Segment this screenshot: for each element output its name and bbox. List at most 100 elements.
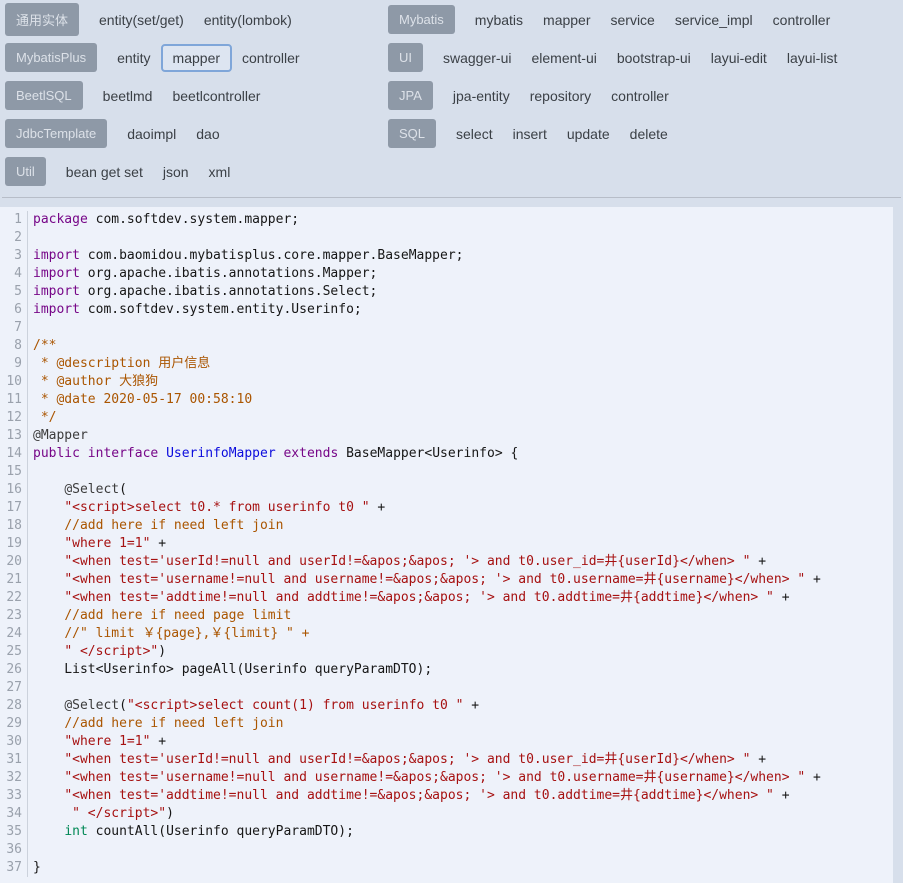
template-item-layui-list[interactable]: layui-list <box>777 44 848 72</box>
template-item-mapper[interactable]: mapper <box>533 6 600 34</box>
template-item-delete[interactable]: delete <box>620 120 678 148</box>
code-line: 10 * @author 大狼狗 <box>0 373 893 391</box>
code-line: 15 <box>0 463 893 481</box>
template-item-mapper[interactable]: mapper <box>161 44 232 72</box>
line-number: 22 <box>0 589 28 607</box>
line-number: 27 <box>0 679 28 697</box>
code-line: 31 "<when test='userId!=null and userId!… <box>0 751 893 769</box>
line-number: 1 <box>0 211 28 229</box>
line-number: 30 <box>0 733 28 751</box>
code-line: 12 */ <box>0 409 893 427</box>
code-text: import org.apache.ibatis.annotations.Sel… <box>28 283 377 301</box>
template-group: Util bean get setjsonxml <box>5 157 388 186</box>
code-text: } <box>28 859 41 877</box>
line-number: 11 <box>0 391 28 409</box>
template-item-json[interactable]: json <box>153 158 199 186</box>
group-chip-jdbctemplate[interactable]: JdbcTemplate <box>5 119 107 148</box>
code-text: import com.softdev.system.entity.Userinf… <box>28 301 362 319</box>
code-line: 5import org.apache.ibatis.annotations.Se… <box>0 283 893 301</box>
template-item-layui-edit[interactable]: layui-edit <box>701 44 777 72</box>
code-text: //add here if need left join <box>28 517 283 535</box>
template-item-controller[interactable]: controller <box>232 44 310 72</box>
line-number: 15 <box>0 463 28 481</box>
code-line: 4import org.apache.ibatis.annotations.Ma… <box>0 265 893 283</box>
template-item-entity-set-get[interactable]: entity(set/get) <box>89 6 194 34</box>
line-number: 13 <box>0 427 28 445</box>
line-number: 17 <box>0 499 28 517</box>
code-line: 20 "<when test='userId!=null and userId!… <box>0 553 893 571</box>
line-number: 34 <box>0 805 28 823</box>
code-text: "<when test='addtime!=null and addtime!=… <box>28 787 790 805</box>
code-editor[interactable]: 1package com.softdev.system.mapper;23imp… <box>0 207 893 883</box>
template-item-mybatis[interactable]: mybatis <box>465 6 533 34</box>
template-item-entity[interactable]: entity <box>107 44 160 72</box>
code-text <box>28 463 33 481</box>
line-number: 16 <box>0 481 28 499</box>
code-line: 18 //add here if need left join <box>0 517 893 535</box>
code-text: int countAll(Userinfo queryParamDTO); <box>28 823 354 841</box>
template-item-jpa-entity[interactable]: jpa-entity <box>443 82 520 110</box>
code-text: "<script>select t0.* from userinfo t0 " … <box>28 499 385 517</box>
template-item-beetlmd[interactable]: beetlmd <box>93 82 163 110</box>
template-item-update[interactable]: update <box>557 120 620 148</box>
code-line: 13@Mapper <box>0 427 893 445</box>
code-line: 24 //" limit ￥{page},￥{limit} " + <box>0 625 893 643</box>
template-item-swagger-ui[interactable]: swagger-ui <box>433 44 521 72</box>
template-item-element-ui[interactable]: element-ui <box>521 44 606 72</box>
template-item-dao[interactable]: dao <box>186 120 229 148</box>
template-group: MybatisPlus entitymappercontroller <box>5 43 388 72</box>
line-number: 23 <box>0 607 28 625</box>
line-number: 4 <box>0 265 28 283</box>
line-number: 24 <box>0 625 28 643</box>
code-text: "<when test='username!=null and username… <box>28 769 821 787</box>
line-number: 36 <box>0 841 28 859</box>
panel-left-column: 通用实体 entity(set/get)entity(lombok) Mybatis… <box>5 5 388 195</box>
template-item-entity-lombok[interactable]: entity(lombok) <box>194 6 302 34</box>
template-item-daoimpl[interactable]: daoimpl <box>117 120 186 148</box>
code-line: 29 //add here if need left join <box>0 715 893 733</box>
code-text: //add here if need page limit <box>28 607 291 625</box>
template-item-controller[interactable]: controller <box>601 82 679 110</box>
group-chip-mybatisplus[interactable]: MybatisPlus <box>5 43 97 72</box>
code-line: 2 <box>0 229 893 247</box>
template-item-bean-get-set[interactable]: bean get set <box>56 158 153 186</box>
template-item-insert[interactable]: insert <box>503 120 557 148</box>
template-item-beetlcontroller[interactable]: beetlcontroller <box>162 82 270 110</box>
code-text: @Select( <box>28 481 127 499</box>
group-chip-jpa[interactable]: JPA <box>388 81 433 110</box>
code-text: List<Userinfo> pageAll(Userinfo queryPar… <box>28 661 432 679</box>
code-text: //" limit ￥{page},￥{limit} " + <box>28 625 309 643</box>
code-text: " </script>") <box>28 805 174 823</box>
template-item-select[interactable]: select <box>446 120 503 148</box>
code-text: import org.apache.ibatis.annotations.Map… <box>28 265 377 283</box>
group-chip-ui[interactable]: UI <box>388 43 423 72</box>
group-chip-group[interactable]: 通用实体 <box>5 3 79 36</box>
template-group: UIswagger-uielement-uibootstrap-uilayui-… <box>388 43 903 72</box>
code-line: 34 " </script>") <box>0 805 893 823</box>
code-line: 6import com.softdev.system.entity.Userin… <box>0 301 893 319</box>
code-line: 25 " </script>") <box>0 643 893 661</box>
template-item-xml[interactable]: xml <box>199 158 241 186</box>
template-item-service-impl[interactable]: service_impl <box>665 6 763 34</box>
line-number: 26 <box>0 661 28 679</box>
line-number: 18 <box>0 517 28 535</box>
code-text: @Mapper <box>28 427 88 445</box>
template-item-bootstrap-ui[interactable]: bootstrap-ui <box>607 44 701 72</box>
line-number: 20 <box>0 553 28 571</box>
code-text: "<when test='username!=null and username… <box>28 571 821 589</box>
line-number: 14 <box>0 445 28 463</box>
group-chip-util[interactable]: Util <box>5 157 46 186</box>
template-group: SQL selectinsertupdatedelete <box>388 119 903 148</box>
template-item-controller[interactable]: controller <box>763 6 841 34</box>
template-group: 通用实体 entity(set/get)entity(lombok) <box>5 5 388 34</box>
code-line: 8/** <box>0 337 893 355</box>
template-item-service[interactable]: service <box>601 6 665 34</box>
code-line: 7 <box>0 319 893 337</box>
group-chip-mybatis[interactable]: Mybatis <box>388 5 455 34</box>
group-chip-beetlsql[interactable]: BeetlSQL <box>5 81 83 110</box>
code-line: 27 <box>0 679 893 697</box>
group-chip-sql[interactable]: SQL <box>388 119 436 148</box>
line-number: 33 <box>0 787 28 805</box>
line-number: 6 <box>0 301 28 319</box>
template-item-repository[interactable]: repository <box>520 82 601 110</box>
